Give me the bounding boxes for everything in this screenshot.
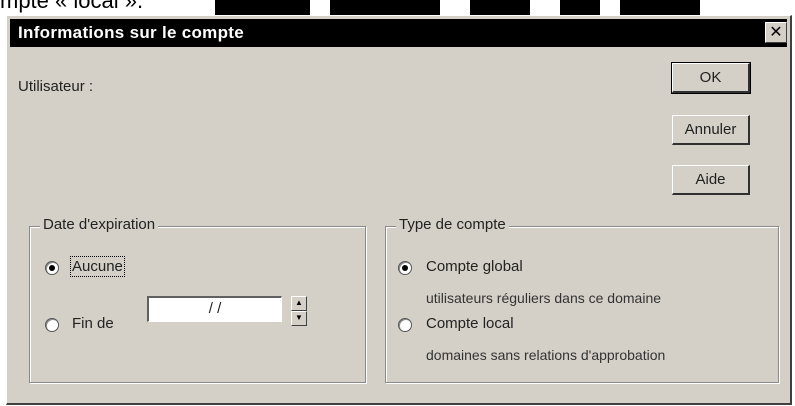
radio-none-label[interactable]: Aucune [70, 256, 125, 277]
dialog-title: Informations sur le compte [18, 23, 245, 42]
close-button[interactable]: ✕ [765, 22, 787, 43]
spin-up-icon[interactable]: ▲ [291, 296, 307, 311]
radio-selected-icon [402, 265, 408, 271]
radio-none[interactable] [45, 261, 59, 275]
radio-selected-icon [49, 265, 55, 271]
help-button-label: Aide [695, 171, 726, 188]
expiration-date-field[interactable]: / / [147, 296, 282, 322]
radio-local-account[interactable] [398, 318, 412, 332]
user-label: Utilisateur : [18, 78, 94, 95]
cancel-button[interactable]: Annuler [672, 115, 750, 145]
date-spinner[interactable]: ▲ ▼ [291, 296, 307, 326]
global-account-description: utilisateurs réguliers dans ce domaine [426, 290, 662, 306]
radio-global-label[interactable]: Compte global [426, 258, 523, 275]
radio-end-date[interactable] [45, 318, 59, 332]
radio-global-account[interactable] [398, 261, 412, 275]
expiration-date-legend: Date d'expiration [40, 216, 159, 233]
ok-button[interactable]: OK [671, 62, 751, 94]
spin-down-icon[interactable]: ▼ [291, 311, 307, 326]
background-caption: mpte « local ». [0, 0, 144, 13]
close-icon: ✕ [769, 24, 783, 41]
help-button[interactable]: Aide [672, 165, 750, 195]
radio-end-date-label[interactable]: Fin de [72, 315, 114, 332]
account-type-legend: Type de compte [396, 216, 509, 233]
title-bar[interactable]: Informations sur le compte ✕ [10, 19, 787, 47]
radio-local-label[interactable]: Compte local [426, 315, 514, 332]
local-account-description: domaines sans relations d'approbation [426, 347, 666, 363]
